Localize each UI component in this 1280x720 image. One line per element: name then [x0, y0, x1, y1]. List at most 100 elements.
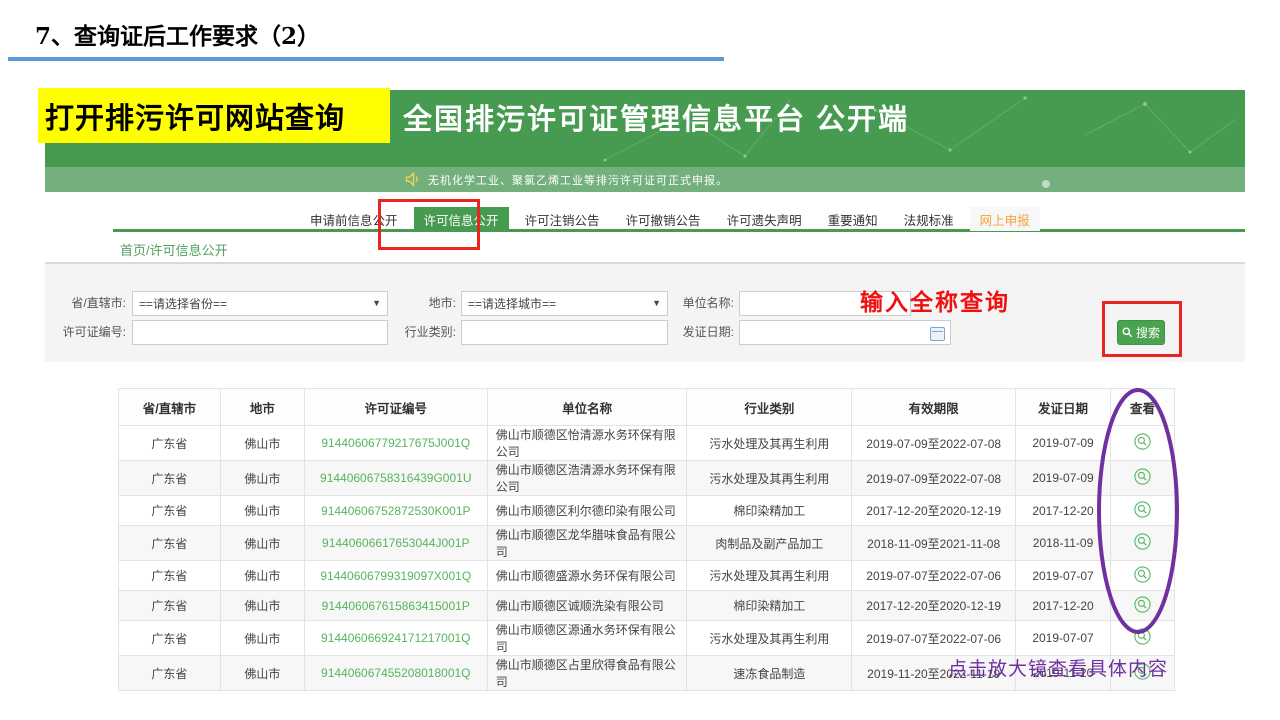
- header-city: 地市: [220, 389, 304, 426]
- notice-text: 无机化学工业、聚氯乙烯工业等排污许可证可正式申报。: [428, 172, 728, 188]
- cell-industry: 污水处理及其再生利用: [687, 461, 852, 496]
- tab-revocation-notice[interactable]: 许可撤销公告: [616, 207, 711, 231]
- cell-validity: 2018-11-09至2021-11-08: [852, 526, 1016, 561]
- cell-industry: 污水处理及其再生利用: [687, 426, 852, 461]
- header-permit-number: 许可证编号: [304, 389, 487, 426]
- cell-company: 佛山市顺德区龙华腊味食品有限公司: [487, 526, 687, 561]
- cell-province: 广东省: [119, 426, 221, 461]
- site-title: 全国排污许可证管理信息平台 公开端: [403, 96, 909, 138]
- city-select-value: ==请选择城市==: [468, 295, 556, 312]
- cell-validity: 2019-07-07至2022-07-06: [852, 621, 1016, 656]
- cell-validity: 2017-12-20至2020-12-19: [852, 496, 1016, 526]
- purple-ellipse-annotation: [1096, 386, 1180, 636]
- cell-validity: 2017-12-20至2020-12-19: [852, 591, 1016, 621]
- table-row: 广东省 佛山市 91440606617653044J001P 佛山市顺德区龙华腊…: [119, 526, 1175, 561]
- province-select[interactable]: ==请选择省份== ▼: [132, 291, 388, 316]
- cell-city: 佛山市: [220, 426, 304, 461]
- chevron-down-icon: ▼: [652, 298, 661, 308]
- cell-company: 佛山市顺德区浩清源水务环保有限公司: [487, 461, 687, 496]
- tab-loss-declaration[interactable]: 许可遗失声明: [717, 207, 812, 231]
- cell-city: 佛山市: [220, 561, 304, 591]
- search-annotation-text: 输入全称查询: [860, 283, 1010, 317]
- province-label: 省/直辖市:: [48, 291, 126, 316]
- cell-company: 佛山市顺德区利尔德印染有限公司: [487, 496, 687, 526]
- cell-permit-number-link[interactable]: 91440606752872530K001P: [304, 496, 487, 526]
- cell-industry: 污水处理及其再生利用: [687, 621, 852, 656]
- cell-company: 佛山市顺德区诚顺洗染有限公司: [487, 591, 687, 621]
- cell-validity: 2019-07-09至2022-07-08: [852, 461, 1016, 496]
- cell-province: 广东省: [119, 561, 221, 591]
- industry-input[interactable]: [461, 320, 668, 345]
- red-annotation-box-tab: [378, 199, 480, 250]
- cell-permit-number-link[interactable]: 91440606617653044J001P: [304, 526, 487, 561]
- issue-date-label: 发证日期:: [672, 320, 734, 345]
- city-label: 地市:: [398, 291, 456, 316]
- table-row: 广东省 佛山市 91440606799319097X001Q 佛山市顺德盛源水务…: [119, 561, 1175, 591]
- cell-province: 广东省: [119, 656, 221, 691]
- breadcrumb: 首页/许可信息公开: [120, 240, 228, 259]
- cell-city: 佛山市: [220, 461, 304, 496]
- permit-number-label: 许可证编号:: [48, 320, 126, 345]
- tab-regulations[interactable]: 法规标准: [894, 207, 964, 231]
- cell-industry: 肉制品及副产品加工: [687, 526, 852, 561]
- notice-bar: 无机化学工业、聚氯乙烯工业等排污许可证可正式申报。: [45, 167, 1245, 192]
- cell-industry: 棉印染精加工: [687, 496, 852, 526]
- tab-cancellation-notice[interactable]: 许可注销公告: [515, 207, 610, 231]
- title-underline: [8, 57, 724, 61]
- cell-city: 佛山市: [220, 656, 304, 691]
- header-company: 单位名称: [487, 389, 687, 426]
- cell-permit-number-link[interactable]: 91440606779217675J001Q: [304, 426, 487, 461]
- cell-province: 广东省: [119, 621, 221, 656]
- breadcrumb-home-link[interactable]: 首页: [120, 243, 146, 258]
- breadcrumb-current: 许可信息公开: [150, 243, 228, 258]
- yellow-annotation-label: 打开排污许可网站查询: [38, 88, 390, 143]
- cell-city: 佛山市: [220, 621, 304, 656]
- company-label: 单位名称:: [672, 291, 734, 316]
- cell-company: 佛山市顺德区怡清源水务环保有限公司: [487, 426, 687, 461]
- header-validity: 有效期限: [852, 389, 1016, 426]
- cell-company: 佛山市顺德区源通水务环保有限公司: [487, 621, 687, 656]
- issue-date-input[interactable]: [739, 320, 951, 345]
- province-select-value: ==请选择省份==: [139, 295, 227, 312]
- pattern-dot: [1042, 180, 1050, 188]
- cell-province: 广东省: [119, 461, 221, 496]
- cell-permit-number-link[interactable]: 91440606758316439G001U: [304, 461, 487, 496]
- tab-online-application[interactable]: 网上申报: [970, 207, 1040, 231]
- cell-company: 佛山市顺德盛源水务环保有限公司: [487, 561, 687, 591]
- cell-city: 佛山市: [220, 526, 304, 561]
- cell-permit-number-link[interactable]: 914406067615863415001P: [304, 591, 487, 621]
- city-select[interactable]: ==请选择城市== ▼: [461, 291, 668, 316]
- cell-permit-number-link[interactable]: 91440606799319097X001Q: [304, 561, 487, 591]
- cell-company: 佛山市顺德区占里欣得食品有限公司: [487, 656, 687, 691]
- industry-label: 行业类别:: [398, 320, 456, 345]
- cell-validity: 2019-07-09至2022-07-08: [852, 426, 1016, 461]
- table-row: 广东省 佛山市 91440606758316439G001U 佛山市顺德区浩清源…: [119, 461, 1175, 496]
- calendar-icon[interactable]: [930, 327, 945, 341]
- table-row: 广东省 佛山市 914406066924171217001Q 佛山市顺德区源通水…: [119, 621, 1175, 656]
- cell-industry: 棉印染精加工: [687, 591, 852, 621]
- permit-table-body: 广东省 佛山市 91440606779217675J001Q 佛山市顺德区怡清源…: [119, 426, 1175, 691]
- cell-province: 广东省: [119, 496, 221, 526]
- cell-city: 佛山市: [220, 496, 304, 526]
- permit-table-header: 省/直辖市 地市 许可证编号 单位名称 行业类别 有效期限 发证日期 查看: [119, 389, 1175, 426]
- cell-permit-number-link[interactable]: 914406066924171217001Q: [304, 621, 487, 656]
- permit-number-input[interactable]: [132, 320, 388, 345]
- slide-title: 7、查询证后工作要求（2）: [35, 17, 320, 51]
- cell-industry: 污水处理及其再生利用: [687, 561, 852, 591]
- table-row: 广东省 佛山市 91440606779217675J001Q 佛山市顺德区怡清源…: [119, 426, 1175, 461]
- cell-validity: 2019-07-07至2022-07-06: [852, 561, 1016, 591]
- chevron-down-icon: ▼: [372, 298, 381, 308]
- red-annotation-box-search: [1102, 301, 1182, 357]
- slide: 7、查询证后工作要求（2） 全国排污许可证管理信息平台 公开端 打开排污许可网站…: [0, 0, 1280, 720]
- speaker-icon: [405, 172, 422, 187]
- cell-permit-number-link[interactable]: 914406067455208018001Q: [304, 656, 487, 691]
- tab-important-notice[interactable]: 重要通知: [818, 207, 888, 231]
- cell-industry: 速冻食品制造: [687, 656, 852, 691]
- header-industry: 行业类别: [687, 389, 852, 426]
- header-province: 省/直辖市: [119, 389, 221, 426]
- cell-province: 广东省: [119, 591, 221, 621]
- bottom-caption: 点击放大镜查看具体内容: [948, 654, 1168, 681]
- permit-table: 省/直辖市 地市 许可证编号 单位名称 行业类别 有效期限 发证日期 查看 广东…: [118, 388, 1175, 691]
- table-row: 广东省 佛山市 914406067615863415001P 佛山市顺德区诚顺洗…: [119, 591, 1175, 621]
- cell-province: 广东省: [119, 526, 221, 561]
